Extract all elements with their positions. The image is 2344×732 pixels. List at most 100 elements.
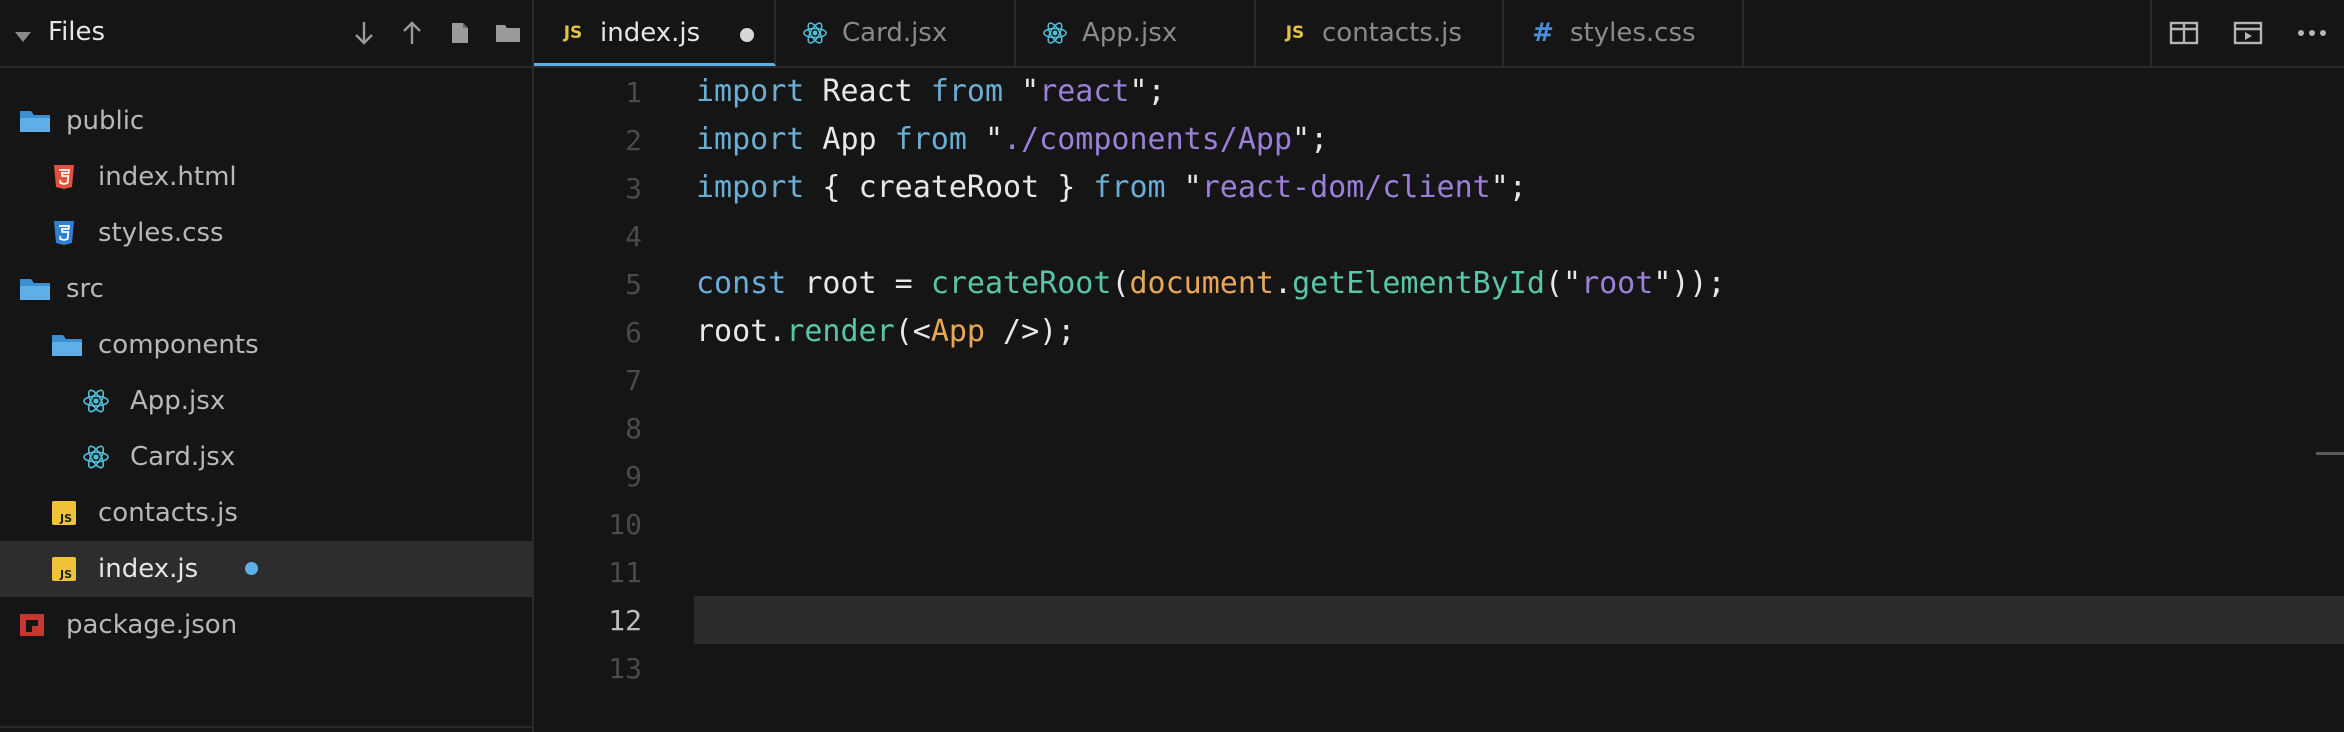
code-line[interactable]: 3 import { createRoot } from "react-dom/c…	[534, 164, 2344, 212]
js-icon: JS	[50, 499, 78, 527]
file-tree-item[interactable]: components	[0, 317, 532, 373]
file-tree-item-label: public	[66, 106, 145, 136]
folder-icon	[50, 331, 84, 359]
react-icon	[82, 443, 110, 471]
code-line[interactable]: 11	[534, 548, 2344, 596]
code-text: import { createRoot } from "react-dom/cl…	[696, 170, 1527, 205]
react-icon	[802, 20, 828, 46]
line-number: 11	[608, 556, 642, 589]
code-editor[interactable]: 1 import React from "react"; 2 import App f…	[534, 68, 2344, 732]
code-line[interactable]: 5 const root = createRoot(document.getEle…	[534, 260, 2344, 308]
code-line[interactable]: 7	[534, 356, 2344, 404]
line-number: 8	[625, 412, 642, 445]
new-file-icon[interactable]	[436, 9, 484, 57]
code-line[interactable]: 2 import App from "./components/App";	[534, 116, 2344, 164]
file-tree-item[interactable]: index.html	[0, 149, 532, 205]
line-number: 12	[608, 604, 642, 637]
code-token: App	[804, 122, 895, 157]
file-tree-item[interactable]: package.json	[0, 597, 532, 653]
code-token: createRoot	[930, 266, 1112, 301]
split-view-icon[interactable]	[2152, 0, 2216, 66]
file-tree-item[interactable]: JS contacts.js	[0, 485, 532, 541]
file-tree-item-label: contacts.js	[98, 498, 238, 528]
code-token: createRoot	[858, 170, 1040, 205]
js-icon: JS	[1285, 23, 1305, 43]
editor-tab-actions	[2150, 0, 2344, 66]
code-token: ";	[1292, 122, 1329, 157]
file-tree-item[interactable]: Card.jsx	[0, 429, 532, 485]
editor-tab[interactable]: JS index.js	[534, 0, 776, 66]
react-icon	[82, 387, 110, 415]
code-token: ("	[1544, 266, 1582, 301]
code-token: render	[786, 314, 895, 349]
code-token: React	[804, 74, 931, 109]
js-icon: JS	[563, 23, 583, 43]
file-tree-item[interactable]: JS index.js	[0, 541, 532, 597]
file-tree-item-label: App.jsx	[130, 386, 226, 416]
code-text: import App from "./components/App";	[696, 122, 1328, 157]
code-token: react	[1039, 74, 1130, 109]
collapse-caret-icon[interactable]	[14, 28, 32, 47]
download-icon[interactable]	[340, 9, 388, 57]
code-token: "	[1165, 170, 1202, 205]
folder-icon	[18, 275, 52, 303]
line-number: 1	[625, 76, 642, 109]
code-token: {	[804, 170, 859, 205]
file-explorer-title: Files	[48, 17, 106, 47]
file-tree-item[interactable]: App.jsx	[0, 373, 532, 429]
unsaved-changes-dot	[245, 562, 258, 575]
code-line[interactable]: 12	[534, 596, 2344, 644]
file-tree-item-label: Card.jsx	[130, 442, 236, 472]
editor-tab[interactable]: JS contacts.js	[1256, 0, 1504, 66]
file-tree-item[interactable]: public	[0, 93, 532, 149]
editor-tab-bar: JS index.js Card.jsx App.jsx JS contacts.js # s…	[534, 0, 2344, 68]
code-token: "	[966, 122, 1004, 157]
file-explorer-actions	[340, 0, 532, 66]
code-line[interactable]: 13	[534, 644, 2344, 692]
file-tree-item[interactable]: styles.css	[0, 205, 532, 261]
css-hash-icon: #	[1532, 18, 1554, 48]
code-token: from	[930, 74, 1004, 109]
line-number: 5	[625, 268, 642, 301]
code-token: const	[696, 266, 787, 301]
code-token: (<	[894, 314, 931, 349]
new-folder-icon[interactable]	[484, 9, 532, 57]
code-token: import	[696, 170, 805, 205]
more-options-icon[interactable]	[2280, 0, 2344, 66]
code-token: react-dom/client	[1201, 170, 1491, 205]
editor-tab-label: styles.css	[1570, 18, 1696, 48]
code-line[interactable]: 8	[534, 404, 2344, 452]
code-line[interactable]: 1 import React from "react";	[534, 68, 2344, 116]
code-token: .	[1274, 266, 1293, 301]
code-line[interactable]: 9	[534, 452, 2344, 500]
file-explorer-header: Files	[0, 0, 532, 68]
code-token: document	[1129, 266, 1275, 301]
code-token: />);	[985, 314, 1076, 349]
editor-tab[interactable]: # styles.css	[1504, 0, 1744, 66]
preview-icon[interactable]	[2216, 0, 2280, 66]
code-token: "	[1003, 74, 1040, 109]
editor-tab[interactable]: Card.jsx	[776, 0, 1016, 66]
unsaved-changes-dot[interactable]	[740, 28, 754, 42]
file-tree-item-label: styles.css	[98, 218, 224, 248]
upload-icon[interactable]	[388, 9, 436, 57]
file-tree-item[interactable]: src	[0, 261, 532, 317]
code-text: import React from "react";	[696, 74, 1166, 109]
editor-tab[interactable]: App.jsx	[1016, 0, 1256, 66]
svg-text:JS: JS	[59, 568, 72, 581]
file-tree-item-label: index.html	[98, 162, 237, 192]
css3-icon	[50, 219, 78, 247]
code-token: }	[1039, 170, 1094, 205]
code-text: root.render(<App />);	[696, 314, 1075, 349]
code-token: App	[930, 314, 985, 349]
code-token: root	[1581, 266, 1654, 301]
code-token: (	[1111, 266, 1130, 301]
line-number: 10	[608, 508, 642, 541]
code-line[interactable]: 4	[534, 212, 2344, 260]
editor-tab-label: App.jsx	[1082, 18, 1178, 48]
code-line[interactable]: 10	[534, 500, 2344, 548]
code-text: const root = createRoot(document.getElem…	[696, 266, 1726, 301]
code-line[interactable]: 6 root.render(<App />);	[534, 308, 2344, 356]
sidebar-footer-divider	[0, 726, 532, 732]
editor-tab-label: contacts.js	[1322, 18, 1462, 48]
